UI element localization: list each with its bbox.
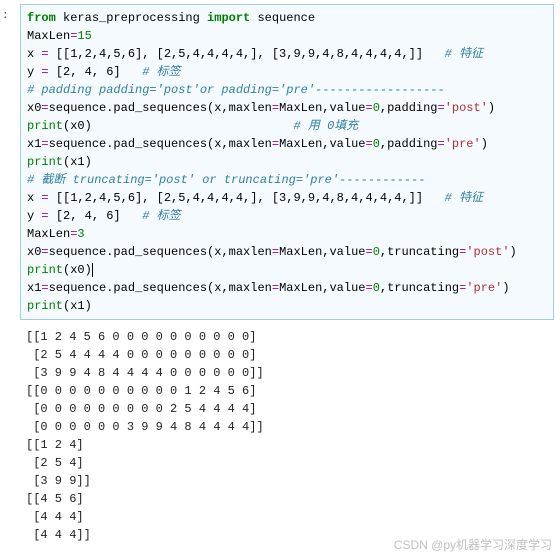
op-eq: =: [41, 281, 48, 295]
var: x0: [27, 245, 41, 259]
comment: # padding padding='post'or padding='pre'…: [27, 83, 445, 97]
var: y: [27, 209, 41, 223]
arg: ,truncating: [380, 245, 459, 259]
str: 'pre': [445, 137, 481, 151]
builtin-print: print: [27, 299, 63, 313]
op-eq: =: [41, 137, 48, 151]
mod-name: keras_preprocessing: [56, 11, 207, 25]
builtin-print: print: [27, 119, 63, 133]
call: sequence.pad_sequences(x,maxlen: [49, 137, 272, 151]
comment: # 特征: [423, 47, 483, 61]
op-eq: =: [438, 137, 445, 151]
call: sequence.pad_sequences(x,maxlen: [49, 245, 272, 259]
var: MaxLen: [27, 227, 70, 241]
arg: ,truncating: [380, 281, 459, 295]
code-cell[interactable]: from keras_preprocessing import sequence…: [20, 4, 554, 320]
op-eq: =: [365, 245, 372, 259]
out-row: [4 4 4]]: [26, 528, 91, 542]
out-row: [[1 2 4]: [26, 438, 84, 452]
imp-name: sequence: [250, 11, 315, 25]
str: 'post': [466, 245, 509, 259]
args: (x1): [63, 299, 92, 313]
str: 'post': [445, 101, 488, 115]
str: 'pre': [466, 281, 502, 295]
call: sequence.pad_sequences(x,maxlen: [49, 281, 272, 295]
list: [2, 4, 6]: [56, 209, 121, 223]
args: (x0): [63, 119, 92, 133]
builtin-print: print: [27, 263, 63, 277]
paren: ): [481, 137, 488, 151]
paren: ): [488, 101, 495, 115]
op-eq: =: [41, 65, 55, 79]
num: 0: [373, 101, 380, 115]
op-eq: =: [272, 245, 279, 259]
var: x1: [27, 137, 41, 151]
list: [[1,2,4,5,6], [2,5,4,4,4,4,], [3,9,9,4,8…: [56, 47, 423, 61]
out-row: [2 5 4 4 4 4 0 0 0 0 0 0 0 0 0]: [26, 348, 256, 362]
op-eq: =: [365, 137, 372, 151]
var: MaxLen: [27, 29, 70, 43]
input-prompt: :: [2, 8, 9, 25]
arg: MaxLen,value: [279, 281, 365, 295]
op-eq: =: [272, 281, 279, 295]
arg: ,padding: [380, 137, 438, 151]
op-eq: =: [41, 47, 55, 61]
op-eq: =: [438, 101, 445, 115]
var: x: [27, 191, 41, 205]
op-eq: =: [41, 209, 55, 223]
out-row: [2 5 4]: [26, 456, 84, 470]
output-cell: [[1 2 4 5 6 0 0 0 0 0 0 0 0 0 0] [2 5 4 …: [20, 324, 554, 548]
comment: # 截断 truncating='post' or truncating='pr…: [27, 173, 425, 187]
text-cursor: [92, 263, 93, 277]
kw-import: import: [207, 11, 250, 25]
arg: MaxLen,value: [279, 245, 365, 259]
num: 3: [77, 227, 84, 241]
arg: ,padding: [380, 101, 438, 115]
op-eq: =: [365, 101, 372, 115]
op-eq: =: [272, 137, 279, 151]
list: [2, 4, 6]: [56, 65, 121, 79]
kw-from: from: [27, 11, 56, 25]
var: x: [27, 47, 41, 61]
var: y: [27, 65, 41, 79]
comment: # 标签: [121, 65, 181, 79]
op-eq: =: [41, 101, 48, 115]
arg: MaxLen,value: [279, 101, 365, 115]
call: sequence.pad_sequences(x,maxlen: [49, 101, 272, 115]
out-row: [[0 0 0 0 0 0 0 0 0 0 1 2 4 5 6]: [26, 384, 256, 398]
out-row: [4 4 4]: [26, 510, 84, 524]
op-eq: =: [272, 101, 279, 115]
args: (x1): [63, 155, 92, 169]
var: x0: [27, 101, 41, 115]
op-eq: =: [365, 281, 372, 295]
var: x1: [27, 281, 41, 295]
num: 0: [373, 281, 380, 295]
out-row: [3 9 9]]: [26, 474, 91, 488]
builtin-print: print: [27, 155, 63, 169]
comment: # 标签: [121, 209, 181, 223]
out-row: [3 9 9 4 8 4 4 4 4 0 0 0 0 0 0]]: [26, 366, 264, 380]
num: 15: [77, 29, 91, 43]
out-row: [[1 2 4 5 6 0 0 0 0 0 0 0 0 0 0]: [26, 330, 256, 344]
paren: ): [502, 281, 509, 295]
op-eq: =: [41, 245, 48, 259]
comment: # 特征: [423, 191, 483, 205]
out-row: [0 0 0 0 0 0 0 0 0 2 5 4 4 4 4]: [26, 402, 256, 416]
arg: MaxLen,value: [279, 137, 365, 151]
list: [[1,2,4,5,6], [2,5,4,4,4,4,], [3,9,9,4,8…: [56, 191, 423, 205]
args: (x0): [63, 263, 92, 277]
op-eq: =: [41, 191, 55, 205]
out-row: [0 0 0 0 0 0 3 9 9 4 8 4 4 4 4]]: [26, 420, 264, 434]
watermark: CSDN @py机器学习深度学习: [394, 536, 552, 554]
num: 0: [373, 137, 380, 151]
paren: ): [510, 245, 517, 259]
num: 0: [373, 245, 380, 259]
out-row: [[4 5 6]: [26, 492, 84, 506]
comment: # 用 0填充: [92, 119, 358, 133]
